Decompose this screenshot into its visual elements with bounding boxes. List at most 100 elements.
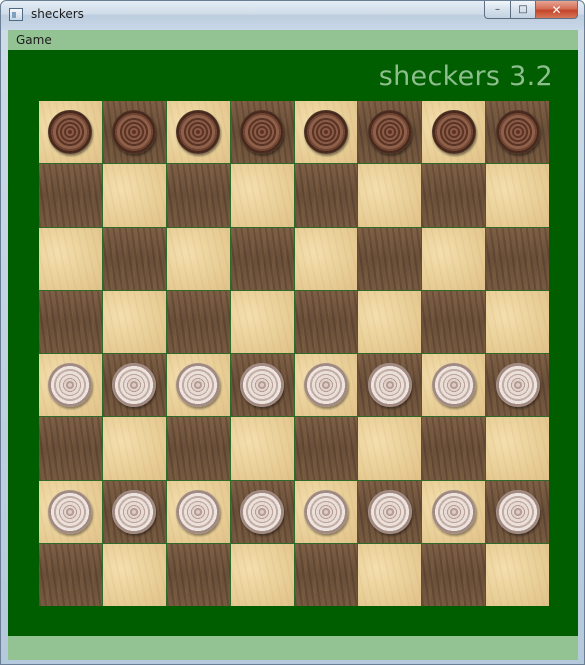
board-square[interactable] [230, 290, 294, 353]
board-square[interactable] [358, 417, 422, 480]
board-square[interactable] [422, 480, 486, 543]
board-square[interactable] [230, 354, 294, 417]
light-checker-piece[interactable] [240, 489, 285, 534]
board-square[interactable] [102, 101, 166, 164]
board-square[interactable] [486, 354, 549, 417]
board-square[interactable] [102, 227, 166, 290]
board-square[interactable] [230, 227, 294, 290]
board-square[interactable] [230, 101, 294, 164]
board-square[interactable] [294, 101, 358, 164]
title-bar[interactable]: sheckers – □ ✕ [1, 1, 584, 30]
board-square[interactable] [422, 164, 486, 227]
board-square[interactable] [358, 164, 422, 227]
board-square[interactable] [422, 227, 486, 290]
board-square[interactable] [166, 480, 230, 543]
board-square[interactable] [166, 101, 230, 164]
light-checker-piece[interactable] [176, 363, 221, 408]
board-square[interactable] [39, 417, 102, 480]
light-checker-piece[interactable] [303, 363, 348, 408]
board-square[interactable] [166, 354, 230, 417]
board-square[interactable] [422, 290, 486, 353]
board-square[interactable] [39, 164, 102, 227]
board-square[interactable] [486, 480, 549, 543]
app-window: sheckers – □ ✕ Game sheckers 3.2 [0, 0, 585, 665]
board-square[interactable] [39, 480, 102, 543]
board-square[interactable] [39, 543, 102, 606]
minimize-icon: – [495, 4, 500, 15]
dark-checker-piece[interactable] [240, 110, 285, 155]
board-square[interactable] [294, 417, 358, 480]
checkers-board [39, 101, 549, 606]
board-square[interactable] [486, 417, 549, 480]
light-checker-piece[interactable] [48, 489, 93, 534]
dark-checker-piece[interactable] [495, 110, 540, 155]
board-square[interactable] [358, 101, 422, 164]
board-square[interactable] [294, 480, 358, 543]
board-square[interactable] [486, 164, 549, 227]
minimize-button[interactable]: – [484, 1, 510, 19]
board-square[interactable] [486, 101, 549, 164]
board-square[interactable] [294, 543, 358, 606]
game-title: sheckers 3.2 [378, 61, 553, 92]
board-square[interactable] [358, 480, 422, 543]
board-square[interactable] [358, 290, 422, 353]
board-square[interactable] [486, 227, 549, 290]
board-square[interactable] [102, 164, 166, 227]
board-square[interactable] [294, 164, 358, 227]
board-square[interactable] [102, 417, 166, 480]
board-square[interactable] [166, 164, 230, 227]
board-square[interactable] [102, 354, 166, 417]
board-square[interactable] [294, 354, 358, 417]
maximize-icon: □ [518, 4, 528, 15]
light-checker-piece[interactable] [176, 489, 221, 534]
board-square[interactable] [102, 543, 166, 606]
board-square[interactable] [230, 164, 294, 227]
light-checker-piece[interactable] [495, 363, 540, 408]
game-area: Game sheckers 3.2 [8, 30, 578, 660]
board-square[interactable] [422, 101, 486, 164]
light-checker-piece[interactable] [367, 489, 412, 534]
dark-checker-piece[interactable] [367, 110, 412, 155]
board-square[interactable] [358, 227, 422, 290]
status-bar [8, 636, 578, 660]
board-square[interactable] [166, 290, 230, 353]
light-checker-piece[interactable] [431, 363, 476, 408]
light-checker-piece[interactable] [367, 363, 412, 408]
light-checker-piece[interactable] [495, 489, 540, 534]
light-checker-piece[interactable] [303, 489, 348, 534]
board-square[interactable] [358, 543, 422, 606]
board-square[interactable] [358, 354, 422, 417]
board-square[interactable] [230, 417, 294, 480]
board-square[interactable] [166, 543, 230, 606]
board-square[interactable] [39, 354, 102, 417]
board-square[interactable] [422, 354, 486, 417]
dark-checker-piece[interactable] [48, 110, 93, 155]
light-checker-piece[interactable] [48, 363, 93, 408]
board-square[interactable] [422, 417, 486, 480]
board-square[interactable] [422, 543, 486, 606]
light-checker-piece[interactable] [431, 489, 476, 534]
dark-checker-piece[interactable] [112, 110, 157, 155]
menu-game[interactable]: Game [16, 33, 52, 47]
board-square[interactable] [486, 290, 549, 353]
board-square[interactable] [166, 227, 230, 290]
board-square[interactable] [39, 227, 102, 290]
dark-checker-piece[interactable] [431, 110, 476, 155]
board-square[interactable] [294, 290, 358, 353]
light-checker-piece[interactable] [240, 363, 285, 408]
close-button[interactable]: ✕ [535, 1, 578, 19]
board-square[interactable] [166, 417, 230, 480]
board-square[interactable] [102, 290, 166, 353]
board-square[interactable] [294, 227, 358, 290]
light-checker-piece[interactable] [112, 489, 157, 534]
board-square[interactable] [39, 290, 102, 353]
dark-checker-piece[interactable] [176, 110, 221, 155]
dark-checker-piece[interactable] [303, 110, 348, 155]
maximize-button[interactable]: □ [510, 1, 535, 19]
light-checker-piece[interactable] [112, 363, 157, 408]
board-square[interactable] [230, 543, 294, 606]
board-square[interactable] [486, 543, 549, 606]
board-square[interactable] [39, 101, 102, 164]
board-square[interactable] [230, 480, 294, 543]
board-square[interactable] [102, 480, 166, 543]
